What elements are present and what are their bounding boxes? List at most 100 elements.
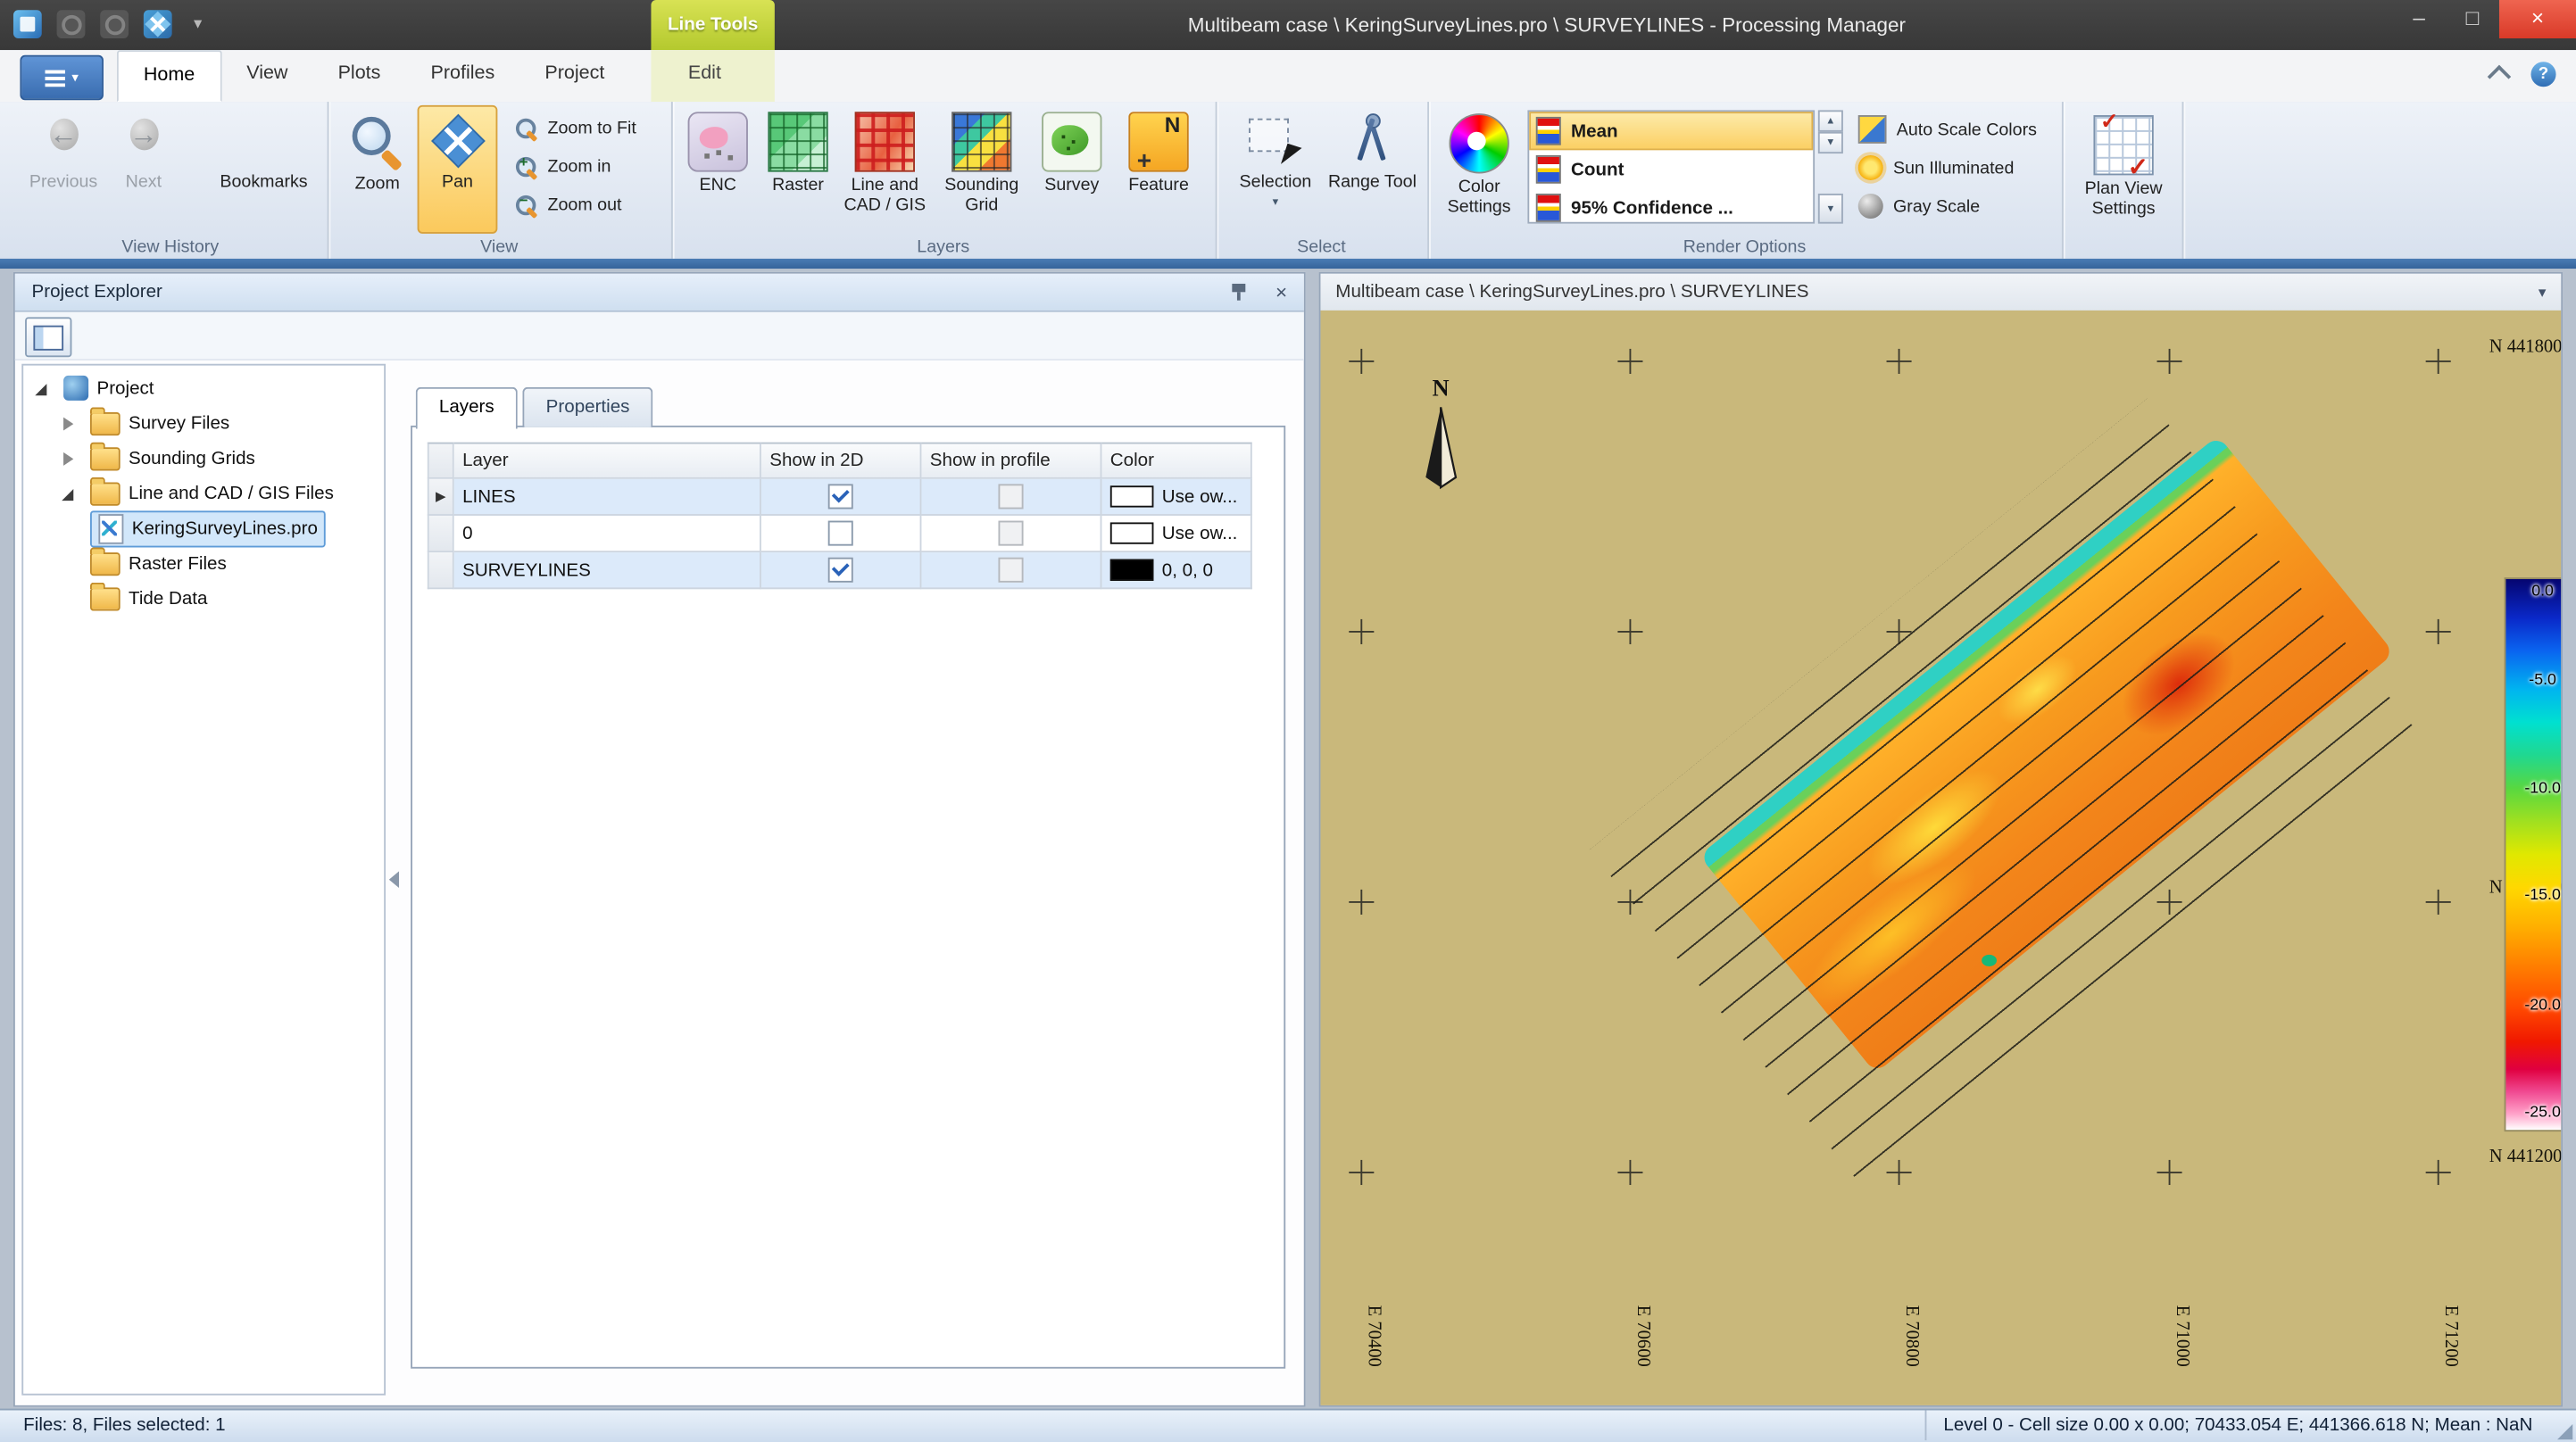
auto-scale-colors-option[interactable]: Auto Scale Colors <box>1858 112 2037 146</box>
plan-view-settings-button[interactable]: Plan View Settings <box>2075 105 2172 234</box>
next-button[interactable]: → Next <box>104 105 184 234</box>
tree-item-sounding-grids[interactable]: Sounding Grids <box>23 441 384 476</box>
map-tab-title: Multibeam case \ KeringSurveyLines.pro \… <box>1335 282 1808 302</box>
app-menu-icon <box>45 70 64 87</box>
minimize-button[interactable]: – <box>2392 0 2446 38</box>
zoom-button[interactable]: Zoom <box>337 105 418 234</box>
previous-button[interactable]: ← Previous <box>23 105 104 234</box>
enc-button[interactable]: ENC <box>677 105 758 234</box>
zoom-out-button[interactable]: − Zoom out <box>508 186 678 223</box>
layers-table: Layer Show in 2D Show in profile Color ▶… <box>428 443 1252 590</box>
tab-view[interactable]: View <box>221 50 312 102</box>
pin-icon[interactable] <box>1230 282 1247 302</box>
resize-grip[interactable]: ◢ <box>2557 1421 2572 1440</box>
zoom-in-button[interactable]: + Zoom in <box>508 148 678 185</box>
tree-item-project[interactable]: Project <box>23 370 384 405</box>
colorbar-label: -20.0 <box>2505 997 2561 1015</box>
expander-closed-icon[interactable] <box>60 415 77 432</box>
app-menu-caret-icon: ▾ <box>71 70 79 86</box>
contextual-tab-line-tools[interactable]: Line Tools <box>651 0 774 50</box>
tab-profiles[interactable]: Profiles <box>405 50 519 102</box>
line-cad-gis-button[interactable]: Line and CAD / GIS <box>838 105 932 234</box>
expander-open-icon[interactable] <box>60 485 77 501</box>
tab-properties[interactable]: Properties <box>522 387 652 427</box>
expander-closed-icon[interactable] <box>60 450 77 467</box>
sounding-marker <box>1982 955 1997 966</box>
pan-button[interactable]: Pan <box>418 105 498 234</box>
zoom-out-icon: − <box>514 193 539 218</box>
render-mode-mean[interactable]: Mean <box>1529 112 1813 150</box>
tab-home[interactable]: Home <box>117 50 221 102</box>
color-swatch[interactable] <box>1110 522 1154 543</box>
expander-spacer <box>60 555 77 572</box>
expander-open-icon[interactable] <box>33 380 50 397</box>
map-canvas[interactable]: N N 441800 N 441400 N 441200 E 70400 E 7… <box>1320 311 2561 1405</box>
render-list-dropdown-button[interactable]: ▾ <box>1818 194 1843 224</box>
render-mode-count[interactable]: Count <box>1529 150 1813 188</box>
zoom-to-fit-button[interactable]: Zoom to Fit <box>508 110 678 146</box>
tree-item-raster-files[interactable]: Raster Files <box>23 546 384 581</box>
tree-item-line-cad-gis-files[interactable]: Line and CAD / GIS Files <box>23 476 384 510</box>
panel-close-icon[interactable]: × <box>1276 274 1287 311</box>
checkbox-show-profile[interactable] <box>998 484 1023 509</box>
color-swatch[interactable] <box>1110 559 1154 581</box>
checkbox-show-profile[interactable] <box>998 521 1023 546</box>
close-button[interactable]: × <box>2499 0 2576 38</box>
tree-item-tide-data[interactable]: Tide Data <box>23 581 384 616</box>
pan-icon <box>429 112 486 169</box>
color-swatch[interactable] <box>1110 485 1154 507</box>
sun-illuminated-option[interactable]: Sun Illuminated <box>1858 150 2015 185</box>
app-logo-icon[interactable] <box>13 10 42 38</box>
maximize-button[interactable]: □ <box>2446 0 2499 38</box>
depth-colorbar <box>2505 579 2561 1130</box>
checkbox-show-2d[interactable] <box>828 521 853 546</box>
header-layer: Layer <box>454 443 761 479</box>
raster-button[interactable]: Raster <box>758 105 838 234</box>
tab-layers[interactable]: Layers <box>416 387 518 429</box>
group-view-history: ← Previous → Next Bookmarks View History <box>13 102 329 259</box>
survey-lines <box>1590 398 2421 1187</box>
grid-cross <box>2426 890 2451 915</box>
sounding-grid-button[interactable]: Sounding Grid <box>935 105 1028 234</box>
app-menu-button[interactable]: ▾ <box>20 55 104 101</box>
easting-label: E 70800 <box>1901 1305 1921 1367</box>
qat-tool2-icon[interactable] <box>100 10 129 38</box>
selection-button[interactable]: Selection ▾ <box>1229 105 1323 234</box>
table-row[interactable]: SURVEYLINES 0, 0, 0 <box>428 552 1252 589</box>
collapse-ribbon-icon[interactable] <box>2488 65 2511 88</box>
tab-edit[interactable]: Edit <box>663 50 746 102</box>
colorbar-label: -15.0 <box>2505 886 2561 905</box>
help-icon[interactable]: ? <box>2530 62 2555 87</box>
render-list-scroller: ▲ ▼ ▾ <box>1818 110 1843 223</box>
folder-icon <box>90 411 120 435</box>
explorer-view-button[interactable] <box>25 317 71 357</box>
scroll-down-button[interactable]: ▼ <box>1818 132 1843 153</box>
scroll-up-button[interactable]: ▲ <box>1818 110 1843 131</box>
easting-label: E 71000 <box>2172 1305 2191 1367</box>
document-list-caret-icon[interactable]: ▾ <box>2539 274 2546 311</box>
render-mode-confidence[interactable]: 95% Confidence ... <box>1529 188 1813 227</box>
splitter-collapse-icon[interactable] <box>389 871 399 888</box>
checkbox-show-2d[interactable] <box>828 484 853 509</box>
tree-item-survey-files[interactable]: Survey Files <box>23 406 384 441</box>
easting-label: E 70400 <box>1364 1305 1384 1367</box>
tab-project[interactable]: Project <box>519 50 629 102</box>
qat-pan-icon[interactable] <box>144 10 172 38</box>
qat-tool-icon[interactable] <box>57 10 86 38</box>
table-row[interactable]: 0 Use ow... <box>428 516 1252 552</box>
map-document-tab[interactable]: Multibeam case \ KeringSurveyLines.pro \… <box>1320 274 2561 312</box>
colorbar-label: -10.0 <box>2505 779 2561 798</box>
feature-button[interactable]: Feature <box>1115 105 1201 234</box>
grid-cross <box>1617 349 1642 374</box>
tab-plots[interactable]: Plots <box>313 50 406 102</box>
bookmarks-button[interactable]: Bookmarks <box>211 105 318 234</box>
gray-scale-option[interactable]: Gray Scale <box>1858 188 1980 223</box>
color-settings-button[interactable]: Color Settings <box>1434 105 1525 234</box>
survey-button[interactable]: Survey <box>1032 105 1112 234</box>
checkbox-show-profile[interactable] <box>998 558 1023 583</box>
table-row[interactable]: ▶ LINES Use ow... <box>428 479 1252 516</box>
qat-caret-icon[interactable]: ▾ <box>194 15 202 34</box>
checkbox-show-2d[interactable] <box>828 558 853 583</box>
range-tool-button[interactable]: Range Tool <box>1325 105 1419 234</box>
tree-item-keringsurveylines[interactable]: KeringSurveyLines.pro <box>23 510 384 545</box>
